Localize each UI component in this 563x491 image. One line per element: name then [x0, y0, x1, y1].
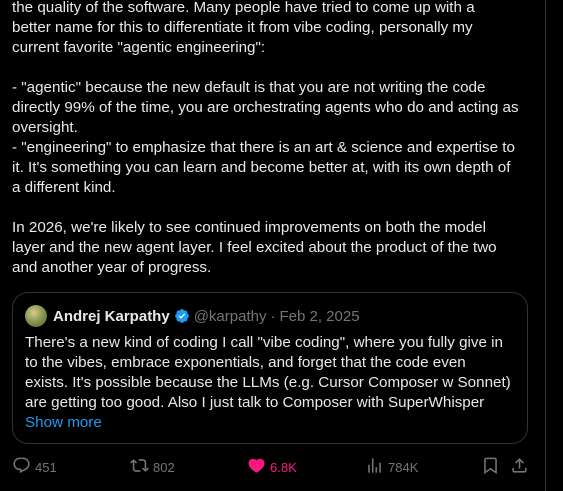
post-paragraph-outlook: In 2026, we're likely to see continued i… [12, 219, 497, 276]
post-date[interactable]: Feb 2, 2025 [279, 308, 359, 325]
quoted-post-text: There's a new kind of coding I call "vib… [25, 334, 511, 411]
author-name[interactable]: Andrej Karpathy [53, 308, 170, 325]
reply-button[interactable]: 451 [12, 456, 57, 478]
show-more-link[interactable]: Show more [25, 413, 102, 433]
separator-dot: · [270, 307, 276, 325]
repost-count: 802 [153, 459, 175, 475]
bookmark-button[interactable] [481, 456, 500, 478]
like-button[interactable]: 6.8K [247, 456, 297, 478]
like-count: 6.8K [270, 459, 297, 475]
verified-badge-icon[interactable] [174, 308, 190, 324]
heart-icon [247, 456, 266, 478]
avatar[interactable] [25, 305, 47, 327]
views-count: 784K [388, 459, 419, 475]
column-divider [545, 0, 546, 491]
views-icon [365, 456, 384, 478]
views-button[interactable]: 784K [365, 456, 418, 478]
post-paragraph-intro: the quality of the software. Many people… [12, 0, 475, 56]
post-paragraph-list: - "agentic" because the new default is t… [12, 79, 519, 196]
reply-count: 451 [35, 459, 57, 475]
share-button[interactable] [510, 456, 529, 478]
reply-icon [12, 456, 31, 478]
quoted-post[interactable]: Andrej Karpathy @karpathy · Feb 2, 2025 … [12, 292, 528, 444]
post-text: the quality of the software. Many people… [12, 0, 532, 278]
quoted-post-header: Andrej Karpathy @karpathy · Feb 2, 2025 [25, 305, 515, 327]
repost-icon [130, 456, 149, 478]
bookmark-icon [481, 456, 500, 478]
author-handle[interactable]: @karpathy [194, 308, 267, 325]
repost-button[interactable]: 802 [130, 456, 175, 478]
share-icon [510, 456, 529, 478]
action-bar: 451 802 6.8K 784K [12, 456, 532, 478]
